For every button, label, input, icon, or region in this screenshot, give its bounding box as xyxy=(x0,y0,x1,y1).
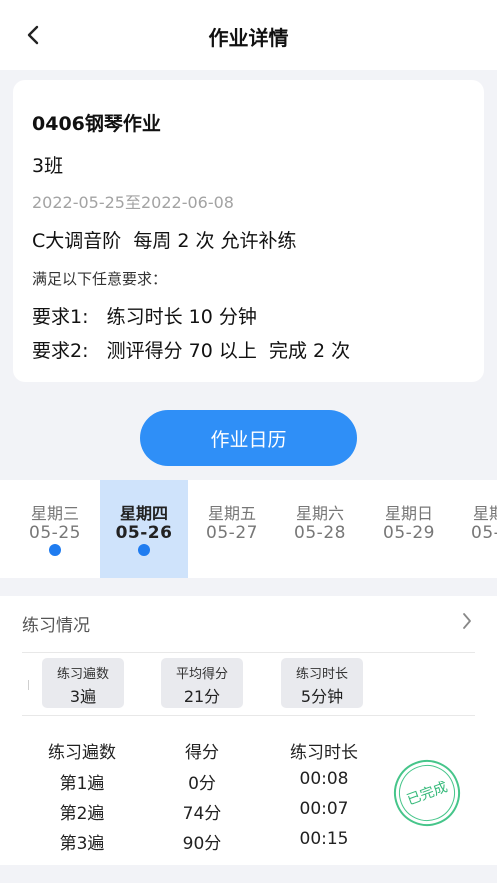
day-date: 05-29 xyxy=(383,523,435,543)
homework-info-card: 0406钢琴作业 3班 2022-05-25至2022-06-08 C大调音阶 … xyxy=(13,80,484,382)
practice-dot-icon xyxy=(49,544,61,556)
table-cell: 90分 xyxy=(182,834,222,854)
day-date: 05-30 xyxy=(471,523,497,543)
homework-requirement-2: 要求2: 测评得分 70 以上 完成 2 次 xyxy=(32,340,351,362)
table-header: 得分 xyxy=(185,743,219,763)
day-name: 星期三 xyxy=(30,504,79,523)
completed-stamp-text: 已完成 xyxy=(404,779,450,809)
day-name: 星期六 xyxy=(295,504,344,523)
homework-date-range: 2022-05-25至2022-06-08 xyxy=(32,193,234,212)
divider xyxy=(22,715,475,716)
practice-dot-icon xyxy=(138,544,150,556)
day-date: 05-27 xyxy=(206,523,258,543)
week-day-selector: 星期三 05-25 星期四 05-26 星期五 05-27 星期六 05-28 … xyxy=(0,480,497,578)
table-cell: 00:15 xyxy=(299,829,349,849)
nav-bar: 作业详情 xyxy=(0,0,497,70)
homework-class: 3班 xyxy=(32,155,64,177)
day-name: 星期一 xyxy=(472,504,497,523)
summary-chip-duration: 练习时长 5分钟 xyxy=(281,658,363,708)
table-cell: 74分 xyxy=(182,804,222,824)
chip-value: 3遍 xyxy=(69,687,97,706)
day-date: 05-26 xyxy=(115,523,173,543)
homework-condition: 满足以下任意要求： xyxy=(32,270,168,288)
practice-title: 练习情况 xyxy=(22,616,90,636)
day-item[interactable]: 星期六 05-28 xyxy=(276,480,364,578)
summary-chip-average-score: 平均得分 21分 xyxy=(161,658,243,708)
homework-rule: C大调音阶 每周 2 次 允许补练 xyxy=(32,230,297,252)
day-item[interactable]: 星期一 05-30 xyxy=(453,480,497,578)
day-name: 星期四 xyxy=(119,504,168,523)
day-item[interactable]: 星期五 05-27 xyxy=(188,480,276,578)
day-item[interactable]: 星期三 05-25 xyxy=(11,480,99,578)
day-name: 星期五 xyxy=(207,504,256,523)
chip-value: 5分钟 xyxy=(300,687,344,706)
page-title: 作业详情 xyxy=(208,26,289,50)
day-item[interactable]: 星期日 05-29 xyxy=(365,480,453,578)
table-cell: 0分 xyxy=(188,774,216,794)
practice-header[interactable]: 练习情况 xyxy=(0,596,497,648)
chip-label: 练习时长 xyxy=(295,667,348,682)
divider-tick xyxy=(28,680,29,690)
table-cell: 第2遍 xyxy=(59,804,105,824)
summary-chip-count: 练习遍数 3遍 xyxy=(42,658,124,708)
table-header: 练习遍数 xyxy=(48,743,116,763)
table-cell: 00:07 xyxy=(299,799,349,819)
day-name: 星期日 xyxy=(384,504,433,523)
day-date: 05-25 xyxy=(29,523,81,543)
table-cell: 00:08 xyxy=(299,769,349,789)
chevron-right-icon xyxy=(463,613,471,629)
table-cell: 第3遍 xyxy=(59,834,105,854)
chip-value: 21分 xyxy=(183,687,221,706)
divider xyxy=(22,652,475,653)
homework-name: 0406钢琴作业 xyxy=(32,113,161,135)
chip-label: 平均得分 xyxy=(175,667,228,682)
table-cell: 第1遍 xyxy=(59,774,105,794)
chip-label: 练习遍数 xyxy=(56,667,109,682)
day-item-selected[interactable]: 星期四 05-26 xyxy=(100,480,188,578)
day-date: 05-28 xyxy=(294,523,346,543)
homework-requirement-1: 要求1: 练习时长 10 分钟 xyxy=(32,306,257,328)
table-header: 练习时长 xyxy=(290,743,358,763)
homework-calendar-button[interactable]: 作业日历 xyxy=(140,410,357,466)
